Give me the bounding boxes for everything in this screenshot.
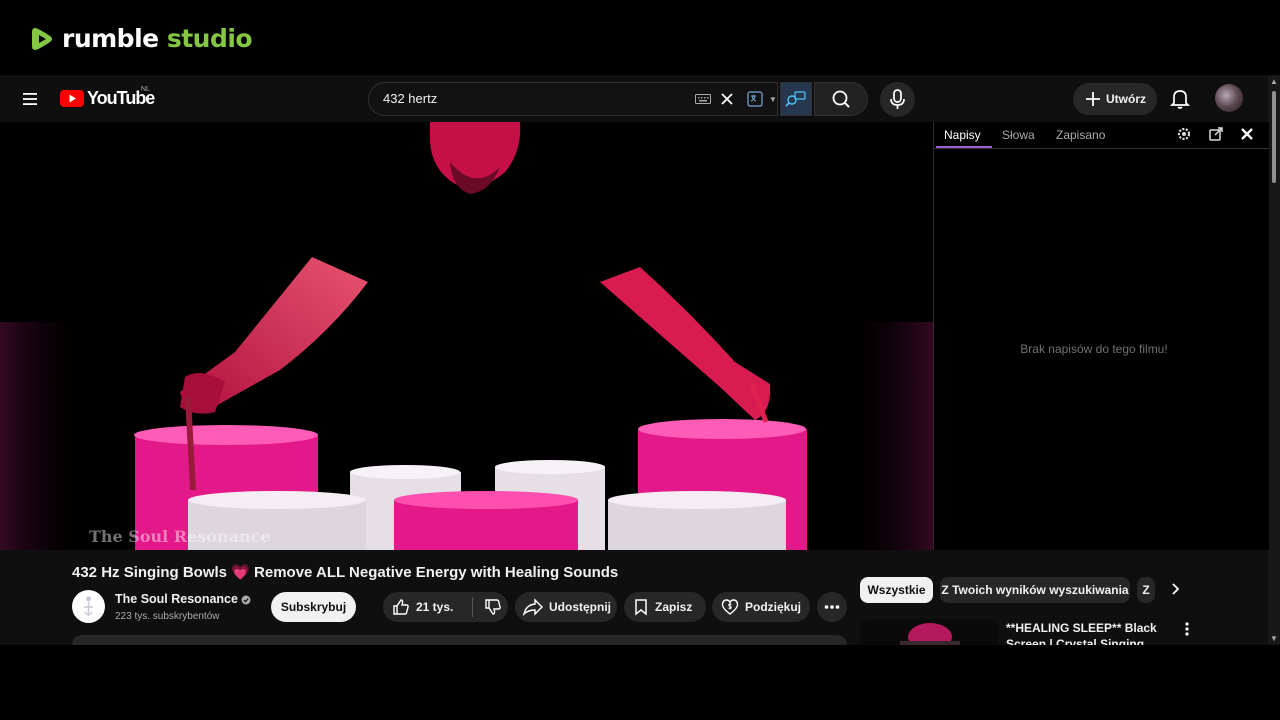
rumble-studio-logo: rumble studio (30, 24, 253, 53)
youtube-topbar: YouTube NL 432 hertz ▼ Utwórz (0, 75, 1268, 122)
save-button[interactable]: Zapisz (624, 592, 706, 622)
extension-search-icon (785, 91, 806, 107)
tab-napisy[interactable]: Napisy (944, 128, 981, 142)
related-video-title[interactable]: **HEALING SLEEP** Black Screen | Crystal… (1006, 620, 1176, 645)
scroll-up-icon[interactable]: ▲ (1270, 77, 1278, 86)
subscribe-button[interactable]: Subskrybuj (271, 592, 356, 622)
create-button[interactable]: Utwórz (1073, 83, 1157, 115)
thanks-button[interactable]: Podziękuj (712, 592, 810, 622)
page-scrollbar[interactable]: ▲ ▼ (1268, 75, 1280, 645)
bell-icon[interactable] (1168, 86, 1192, 110)
clear-search-icon[interactable] (719, 91, 735, 107)
channel-name[interactable]: The Soul Resonance (115, 592, 238, 606)
search-extension-button[interactable] (780, 82, 812, 116)
tab-zapisano[interactable]: Zapisano (1056, 128, 1105, 142)
related-thumbnail-image (900, 623, 960, 645)
save-label: Zapisz (655, 600, 693, 614)
rumble-word-1: rumble (62, 24, 159, 53)
chip-all[interactable]: Wszystkie (860, 577, 933, 603)
chevron-right-icon[interactable] (1166, 580, 1184, 598)
share-label: Udostępnij (549, 600, 611, 614)
like-button[interactable]: 21 tys. (383, 598, 472, 616)
search-input[interactable]: 432 hertz (383, 91, 437, 106)
search-button[interactable] (814, 82, 868, 116)
search-box[interactable]: 432 hertz ▼ (368, 82, 778, 116)
rumble-word-2: studio (166, 24, 253, 53)
verified-icon (241, 595, 251, 605)
transcript-empty-message: Brak napisów do tego filmu! (1020, 342, 1168, 356)
more-actions-button[interactable] (817, 592, 847, 622)
rumble-wordmark: rumble studio (62, 24, 253, 53)
keyboard-icon[interactable] (695, 93, 711, 105)
like-dislike-group: 21 tys. (383, 592, 508, 622)
video-watermark: The Soul Resonance (89, 527, 271, 546)
menu-button[interactable] (18, 87, 42, 111)
youtube-window: YouTube NL 432 hertz ▼ Utwórz ▲ ▼ The So… (0, 75, 1280, 645)
related-video-thumbnail[interactable] (860, 619, 998, 645)
bookmark-icon (635, 599, 647, 616)
dislike-button[interactable] (473, 598, 502, 616)
share-icon (523, 598, 543, 616)
chip-from-search[interactable]: Z Twoich wyników wyszukiwania (940, 577, 1130, 603)
chevron-down-icon[interactable]: ▼ (769, 95, 777, 104)
tab-slowa[interactable]: Słowa (1002, 128, 1035, 142)
search-icon (832, 90, 850, 108)
more-horizontal-icon (824, 605, 840, 609)
export-icon[interactable] (1208, 126, 1224, 142)
voice-search-button[interactable] (880, 82, 915, 117)
active-tab-indicator (936, 146, 992, 148)
video-frame (0, 122, 933, 550)
scroll-down-icon[interactable]: ▼ (1270, 634, 1278, 643)
region-code: NL (141, 86, 150, 93)
transcript-tabs: Napisy Słowa Zapisano (934, 122, 1269, 149)
thumbs-down-icon (485, 599, 501, 615)
like-count: 21 tys. (416, 600, 454, 614)
transcript-panel: Napisy Słowa Zapisano Brak napisów do te… (933, 122, 1269, 550)
channel-avatar[interactable] (72, 590, 105, 623)
chip-partial[interactable]: Z (1137, 577, 1155, 603)
video-title: 432 Hz Singing Bowls 💗 Remove ALL Negati… (72, 564, 619, 581)
create-label: Utwórz (1106, 92, 1146, 106)
plus-icon (1086, 92, 1100, 106)
thumbs-up-icon (393, 599, 409, 615)
subscriber-count: 223 tys. subskrybentów (115, 611, 220, 622)
gear-icon[interactable] (1176, 126, 1192, 142)
close-icon[interactable] (1239, 126, 1255, 142)
share-button[interactable]: Udostępnij (515, 592, 617, 622)
rumble-header: rumble studio (0, 0, 1280, 75)
hamburger-icon (23, 93, 37, 105)
account-avatar[interactable] (1215, 84, 1243, 112)
rumble-play-icon (32, 27, 52, 50)
scrollbar-thumb[interactable] (1272, 91, 1276, 183)
more-vertical-icon[interactable] (1182, 621, 1192, 637)
thanks-label: Podziękuj (745, 600, 802, 614)
video-player[interactable]: The Soul Resonance (0, 122, 933, 550)
heart-dollar-icon (721, 599, 739, 615)
description-box[interactable] (72, 635, 847, 645)
youtube-play-icon (60, 90, 84, 107)
channel-logo-icon (84, 596, 93, 616)
microphone-icon (890, 89, 905, 109)
translate-icon[interactable] (747, 91, 763, 107)
